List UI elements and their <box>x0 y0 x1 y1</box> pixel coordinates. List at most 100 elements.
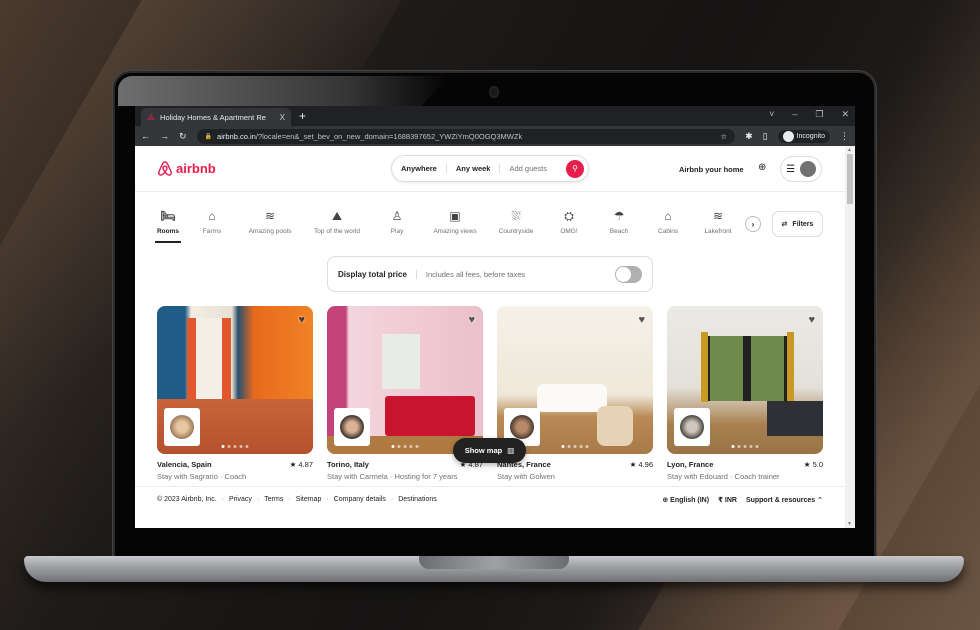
browser-window: ⟁ Holiday Homes & Apartment Re X + ˅ – ❐… <box>135 106 855 528</box>
footer-separator: · <box>221 496 224 503</box>
photo-pagination-dots <box>391 445 419 448</box>
hamburger-icon: ☰ <box>786 163 796 175</box>
favorite-heart-icon[interactable]: ♥ <box>808 314 815 326</box>
category-lakefront[interactable]: ≋ Lakefront <box>704 210 732 236</box>
category-label: Amazing pools <box>248 228 292 235</box>
listing-photo[interactable]: ♥ <box>667 306 823 454</box>
user-menu-button[interactable]: ☰ <box>780 156 822 182</box>
restore-icon[interactable]: ❐ <box>815 109 823 120</box>
bed-icon: 🛏 <box>160 209 176 223</box>
views-icon: ▣ <box>449 209 461 223</box>
filters-icon: ⇄ <box>781 221 788 228</box>
category-farms[interactable]: ⌂ Farms <box>202 209 222 236</box>
currency-button[interactable]: ₹ INR <box>718 496 737 504</box>
search-bar[interactable]: Anywhere Any week Add guests ⚲ <box>391 155 589 182</box>
total-price-description: Includes all fees, before taxes <box>425 269 526 279</box>
host-avatar <box>340 415 364 439</box>
extensions-icon[interactable]: ✱ <box>745 131 753 142</box>
listing-photo[interactable]: ♥ <box>157 306 313 454</box>
minimize-icon[interactable]: – <box>792 109 797 120</box>
category-label: Beach <box>609 228 629 235</box>
new-tab-button[interactable]: + <box>299 109 306 123</box>
browser-tab[interactable]: ⟁ Holiday Homes & Apartment Re X <box>141 108 291 126</box>
show-map-button[interactable]: Show map ▥ <box>453 438 526 463</box>
category-label: Rooms <box>156 228 180 235</box>
search-guests[interactable]: Add guests <box>500 164 556 173</box>
toggle-knob <box>616 266 631 282</box>
category-label: Amazing views <box>433 228 477 235</box>
language-button[interactable]: ⊕ English (IN) <box>662 496 709 504</box>
reload-icon[interactable]: ↻ <box>179 131 187 142</box>
back-icon[interactable]: ← <box>141 131 150 141</box>
scroll-down-arrow[interactable]: ▼ <box>847 521 852 527</box>
category-label: Lakefront <box>704 228 732 235</box>
favorite-heart-icon[interactable]: ♥ <box>298 314 305 326</box>
tab-search-icon[interactable]: ˅ <box>769 109 774 120</box>
favorite-heart-icon[interactable]: ♥ <box>638 314 645 326</box>
category-countryside[interactable]: ⛆ Countryside <box>499 210 534 236</box>
category-label: Farms <box>202 228 222 235</box>
filters-button[interactable]: ⇄ Filters <box>772 211 823 237</box>
site-footer: © 2023 Airbnb, Inc. · Privacy · Terms · … <box>135 486 845 512</box>
search-where[interactable]: Anywhere <box>392 164 447 173</box>
page-scrollbar[interactable]: ▲ ▼ <box>845 146 855 528</box>
footer-link-sitemap[interactable]: Sitemap <box>296 496 322 503</box>
category-label: Cabins <box>657 228 679 235</box>
listing-card[interactable]: ♥ Lyon, France ★ 5.0 Stay with Edouard · … <box>667 306 823 481</box>
lock-icon: 🔒 <box>204 133 213 140</box>
language-label: English (IN) <box>670 496 710 504</box>
scroll-up-arrow[interactable]: ▲ <box>847 147 852 153</box>
globe-icon[interactable]: ⊕ <box>758 162 766 173</box>
incognito-icon <box>782 130 794 142</box>
ufo-icon: ⛭ <box>564 209 574 223</box>
bookmark-star-icon[interactable]: ☆ <box>720 132 727 141</box>
farm-icon: ⌂ <box>208 209 216 223</box>
category-amazing-pools[interactable]: ≋ Amazing pools <box>248 210 292 236</box>
cabin-icon: ⌂ <box>664 209 672 223</box>
listing-photo[interactable]: ♥ <box>497 306 653 454</box>
listing-card[interactable]: ♥ Valencia, Spain ★ 4.87 Stay with Sagrar… <box>157 306 313 481</box>
incognito-profile-button[interactable]: Incognito <box>777 129 830 143</box>
footer-link-terms[interactable]: Terms <box>264 496 283 503</box>
category-cabins[interactable]: ⌂ Cabins <box>657 209 679 236</box>
category-amazing-views[interactable]: ▣ Amazing views <box>433 209 477 236</box>
total-price-toggle[interactable] <box>615 265 642 283</box>
filters-label: Filters <box>792 220 814 228</box>
umbrella-icon: ☂ <box>613 209 625 223</box>
url-input[interactable]: 🔒 airbnb.co.in/?locale=en&_set_bev_on_ne… <box>196 128 736 144</box>
listing-rating: ★ 5.0 <box>803 460 823 469</box>
browser-menu-icon[interactable]: ⋮ <box>840 131 849 142</box>
category-beach[interactable]: ☂ Beach <box>609 209 629 236</box>
footer-link-destinations[interactable]: Destinations <box>398 496 437 503</box>
category-play[interactable]: ♙ Play <box>391 209 404 236</box>
host-link[interactable]: Airbnb your home <box>679 165 744 174</box>
listing-rating: ★ 4.96 <box>629 460 653 469</box>
listing-photo[interactable]: ♥ <box>327 306 483 454</box>
site-header: airbnb Anywhere Any week Add guests ⚲ Ai… <box>135 146 845 192</box>
user-avatar-icon <box>799 161 816 177</box>
search-button[interactable]: ⚲ <box>566 159 584 178</box>
footer-link-privacy[interactable]: Privacy <box>229 496 252 503</box>
support-resources-button[interactable]: Support & resources ⌃ <box>746 496 823 504</box>
search-when[interactable]: Any week <box>447 164 501 173</box>
category-omg[interactable]: ⛭ OMG! <box>560 209 577 236</box>
tab-close-icon[interactable]: X <box>280 113 285 122</box>
category-next-button[interactable]: › <box>745 216 761 232</box>
scrollbar-thumb[interactable] <box>847 154 853 204</box>
category-rooms[interactable]: 🛏 Rooms <box>154 209 182 243</box>
forward-icon[interactable]: → <box>160 131 169 141</box>
category-top-of-the-world[interactable]: ⛰ Top of the world <box>314 209 360 236</box>
bowling-icon: ♙ <box>391 209 403 223</box>
category-label: Top of the world <box>314 228 360 235</box>
footer-link-company-details[interactable]: Company details <box>334 496 386 503</box>
host-avatar <box>680 415 704 439</box>
mountain-flag-icon: ⛰ <box>331 209 343 223</box>
url-path: /?locale=en&_set_bev_on_new_domain=16883… <box>255 131 523 141</box>
close-window-icon[interactable]: ✕ <box>841 109 849 120</box>
side-panel-icon[interactable]: ▯ <box>763 131 768 142</box>
listing-subtitle: Stay with Sagrario · Coach <box>157 472 247 481</box>
footer-separator: · <box>390 496 394 503</box>
url-domain: airbnb.co.in <box>217 131 256 141</box>
airbnb-logo[interactable]: airbnb <box>157 160 216 177</box>
favorite-heart-icon[interactable]: ♥ <box>468 314 475 326</box>
